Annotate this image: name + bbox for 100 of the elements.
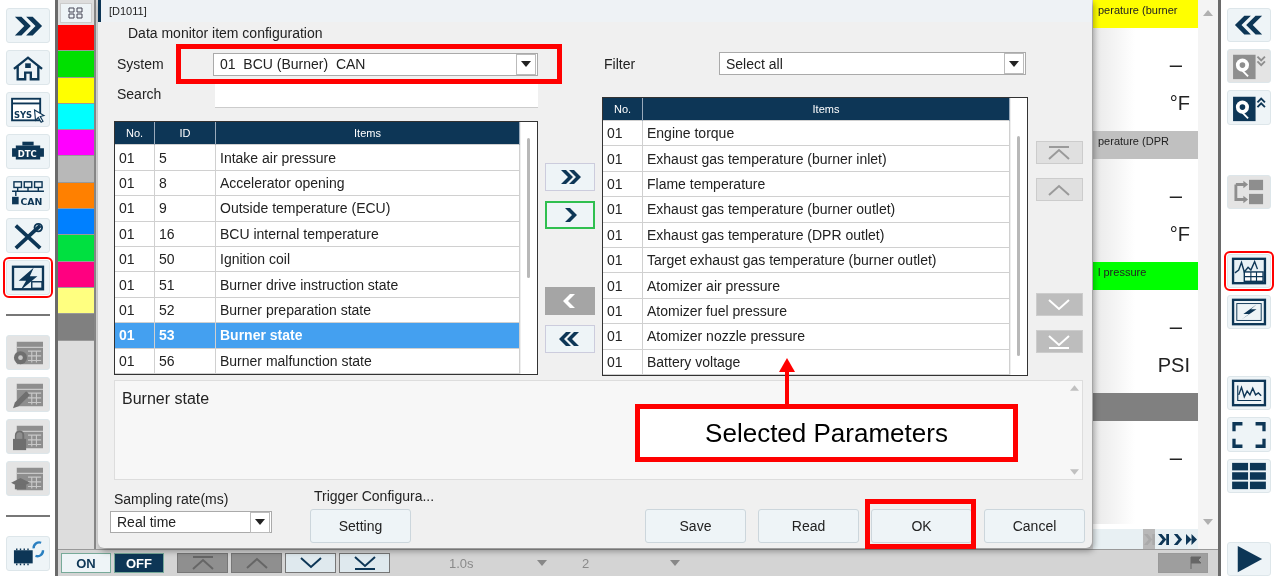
table-cell: Burner preparation state bbox=[215, 297, 520, 323]
toolbar-button[interactable] bbox=[1226, 295, 1271, 330]
table-cell: Burner state bbox=[215, 322, 520, 349]
sampling-dropdown[interactable]: Real time bbox=[110, 511, 272, 533]
toolbar-button[interactable] bbox=[1226, 417, 1271, 452]
table-row[interactable]: 01 Atomizer fuel pressure bbox=[603, 298, 1010, 324]
window-title: [D1011] bbox=[109, 5, 147, 17]
table-row[interactable]: 01 Target exhaust gas temperature (burner outlet) bbox=[603, 247, 1010, 273]
table-row[interactable]: 01 56 Burner malfunction state bbox=[115, 348, 520, 374]
toolbar-button[interactable] bbox=[5, 536, 50, 571]
toggle-button[interactable]: OFF bbox=[114, 553, 164, 573]
column-header: No. bbox=[115, 122, 155, 145]
field-label: System bbox=[116, 56, 165, 73]
table-row[interactable]: 01 50 Ignition coil bbox=[115, 246, 520, 272]
table-cell: 01 bbox=[603, 247, 643, 273]
dialog-heading: Data monitor item configuration bbox=[128, 26, 323, 41]
table-row[interactable]: 01 Exhaust gas temperature (burner outlet) bbox=[603, 196, 1010, 223]
table-cell: 5 bbox=[154, 145, 216, 171]
caret-icon bbox=[521, 61, 531, 68]
transfer-button[interactable] bbox=[545, 163, 595, 191]
toolbar-button[interactable] bbox=[1226, 458, 1271, 493]
scroll-down-icon bbox=[1203, 519, 1213, 525]
dialog-button[interactable]: Cancel bbox=[984, 509, 1085, 543]
table-cell: 01 bbox=[603, 120, 643, 146]
setting-button[interactable]: Setting bbox=[310, 509, 411, 543]
tile-title: perature (burner bbox=[1098, 4, 1178, 16]
double-chevron-icon bbox=[1186, 532, 1198, 546]
annotation-arrow bbox=[777, 358, 797, 404]
table-cell: 01 bbox=[115, 195, 155, 222]
transfer-button[interactable] bbox=[545, 325, 595, 353]
table-cell: 01 bbox=[603, 272, 643, 299]
dropdown-value: 01 BCU (Burner) CAN bbox=[220, 56, 366, 73]
toolbar-button[interactable] bbox=[5, 260, 50, 295]
chevron-down-icon bbox=[298, 555, 323, 571]
caret-icon bbox=[1009, 60, 1019, 67]
dialog-button[interactable]: OK bbox=[871, 509, 972, 543]
scroll-button[interactable] bbox=[285, 553, 336, 573]
table-cell: 01 bbox=[603, 171, 643, 197]
double-chevron-left-icon bbox=[558, 331, 582, 347]
table-row[interactable]: 01 Atomizer nozzle pressure bbox=[603, 323, 1010, 349]
table-row[interactable]: 01 9 Outside temperature (ECU) bbox=[115, 195, 520, 222]
field-label: Search bbox=[116, 86, 163, 103]
table-cell: 01 bbox=[115, 246, 155, 272]
table-cell: Ignition coil bbox=[215, 246, 520, 272]
dialog-button[interactable]: Read bbox=[758, 509, 859, 543]
chevron-bottom-icon bbox=[352, 555, 377, 571]
table-cell: Accelerator opening bbox=[215, 170, 520, 196]
table-cell: Exhaust gas temperature (burner outlet) bbox=[642, 196, 1010, 223]
table-row[interactable]: 01 Flame temperature bbox=[603, 171, 1010, 197]
table-row[interactable]: 01 16 BCU internal temperature bbox=[115, 221, 520, 247]
tile-value: – bbox=[1169, 445, 1183, 471]
toggle-button[interactable]: ON bbox=[61, 553, 111, 573]
tile-title: l pressure bbox=[1098, 266, 1147, 278]
toolbar-button[interactable] bbox=[1226, 541, 1271, 576]
table-cell: 01 bbox=[603, 196, 643, 223]
table-row[interactable]: 01 Atomizer air pressure bbox=[603, 272, 1010, 299]
toolbar-button[interactable] bbox=[5, 218, 50, 253]
bolt-frame-icon bbox=[1229, 297, 1268, 328]
toolbar-button[interactable] bbox=[5, 50, 50, 85]
chart-grid-icon bbox=[1229, 255, 1268, 286]
system-dropdown[interactable]: 01 BCU (Burner) CAN bbox=[213, 52, 538, 76]
chevron-bar-icon bbox=[1143, 532, 1155, 546]
toolbar-button[interactable] bbox=[5, 8, 50, 43]
table-row[interactable]: 01 8 Accelerator opening bbox=[115, 170, 520, 196]
chevron-up-icon bbox=[244, 555, 269, 571]
table-cell: Intake air pressure bbox=[215, 145, 520, 171]
dialog-button[interactable]: Save bbox=[645, 509, 746, 543]
table-row[interactable]: 01 Engine torque bbox=[603, 120, 1010, 146]
scrollbar[interactable] bbox=[1198, 0, 1218, 549]
table-row[interactable]: 01 5 Intake air pressure bbox=[115, 145, 520, 171]
table-cell: 01 bbox=[115, 170, 155, 196]
table-row[interactable]: 01 52 Burner preparation state bbox=[115, 297, 520, 323]
dropdown-value: 1.0s bbox=[449, 555, 474, 571]
grid-toggle-button[interactable] bbox=[60, 3, 92, 23]
table-cell: 16 bbox=[154, 221, 216, 247]
table-row[interactable]: 01 Exhaust gas temperature (burner inlet) bbox=[603, 145, 1010, 172]
table-cell: Outside temperature (ECU) bbox=[215, 195, 520, 222]
table-cell: 8 bbox=[154, 170, 216, 196]
transfer-button[interactable] bbox=[545, 201, 595, 229]
toolbar-button[interactable] bbox=[1226, 253, 1271, 288]
tile-unit: °F bbox=[1169, 223, 1190, 246]
waveform-icon bbox=[1229, 378, 1268, 409]
toolbar-button[interactable] bbox=[1226, 8, 1271, 43]
scroll-button[interactable] bbox=[339, 553, 390, 573]
toolbar-button[interactable] bbox=[1226, 376, 1271, 411]
table-cell: Atomizer air pressure bbox=[642, 272, 1010, 299]
toolbar-button[interactable] bbox=[1226, 90, 1271, 125]
table-cell: Burner malfunction state bbox=[215, 348, 520, 374]
scrollbar-thumb[interactable] bbox=[527, 138, 530, 279]
grid-icon bbox=[68, 7, 84, 19]
scrollbar-thumb[interactable] bbox=[1017, 136, 1020, 356]
table-row[interactable]: 01 Exhaust gas temperature (DPR outlet) bbox=[603, 222, 1010, 248]
table-row[interactable]: 01 51 Burner drive instruction state bbox=[115, 271, 520, 298]
tile-title: perature (DPR bbox=[1098, 135, 1169, 147]
table-cell: Exhaust gas temperature (DPR outlet) bbox=[642, 222, 1010, 248]
filter-dropdown[interactable]: Select all bbox=[719, 52, 1026, 75]
column-header: No. bbox=[603, 98, 643, 121]
table-cell: BCU internal temperature bbox=[215, 221, 520, 247]
flag-icon bbox=[1189, 556, 1203, 570]
chevron-top-icon bbox=[1047, 144, 1071, 161]
